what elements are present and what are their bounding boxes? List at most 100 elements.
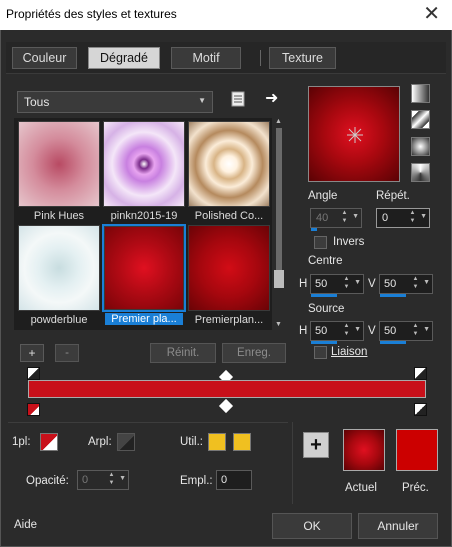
repeat-value: 0 — [382, 212, 389, 224]
preset-swatch[interactable]: pinkn2015-19 — [103, 121, 185, 222]
arrow-right-icon[interactable]: ➜ — [265, 91, 281, 107]
user-color-swatch[interactable] — [208, 433, 226, 451]
chevron-down-icon[interactable]: ▼ — [423, 279, 430, 286]
chevron-down-icon[interactable]: ▼ — [423, 326, 430, 333]
previous-label: Préc. — [402, 482, 429, 494]
centre-v-slider[interactable] — [380, 294, 406, 297]
centre-h-value: 50 — [315, 278, 328, 290]
tab-texture[interactable]: Texture — [269, 47, 336, 69]
preset-swatch[interactable]: Premierplan... — [188, 225, 270, 326]
repeat-label: Répét. — [376, 190, 410, 202]
foreground-stop-button[interactable] — [40, 433, 58, 451]
bottom-right-stop-icon[interactable] — [414, 403, 427, 416]
gradient-preview[interactable] — [308, 86, 400, 182]
source-h-label: H — [299, 325, 308, 337]
preset-label: Premier pla... — [105, 313, 183, 325]
current-label: Actuel — [345, 482, 377, 494]
centre-h-slider[interactable] — [311, 294, 337, 297]
opacity-value: 0 — [82, 474, 89, 486]
add-preset-button[interactable]: + — [20, 344, 44, 362]
background-stop-label: Arpl: — [88, 436, 112, 448]
centre-h-label: H — [299, 278, 308, 290]
top-right-stop-icon[interactable] — [414, 367, 427, 380]
preset-category-value: Tous — [24, 95, 50, 109]
chevron-down-icon[interactable]: ▼ — [354, 279, 361, 286]
source-v-slider[interactable] — [380, 341, 406, 344]
help-link[interactable]: Aide — [14, 519, 37, 531]
ok-button[interactable]: OK — [272, 513, 352, 539]
title-bar: Propriétés des styles et textures ✕ — [0, 0, 452, 30]
angle-slider[interactable] — [311, 228, 317, 231]
sunburst-gradient-mode-icon[interactable] — [411, 137, 430, 156]
location-input[interactable]: 0 — [216, 470, 252, 490]
chevron-down-icon[interactable]: ▼ — [354, 326, 361, 333]
cancel-button[interactable]: Annuler — [358, 513, 438, 539]
scrollbar-thumb[interactable] — [274, 270, 284, 288]
location-label: Empl.: — [180, 475, 213, 487]
invert-checkbox[interactable] — [314, 236, 327, 249]
opacity-label: Opacité: — [26, 475, 69, 487]
angle-input[interactable]: 40 ▲ ▼ ▼ — [310, 208, 362, 231]
chevron-down-icon[interactable]: ▼ — [352, 213, 359, 220]
source-h-input[interactable]: 50 ▲ ▼ ▼ — [310, 321, 364, 344]
angle-spinner[interactable]: ▲ ▼ — [339, 209, 350, 227]
link-label: Liaison — [331, 346, 368, 358]
preset-swatch[interactable]: powderblue — [18, 225, 100, 326]
radial-gradient-mode-icon[interactable] — [411, 163, 430, 182]
divider — [8, 422, 288, 423]
reset-button[interactable]: Réinit. — [150, 343, 216, 363]
preset-label: Polished Co... — [194, 210, 264, 222]
tab-couleur[interactable]: Couleur — [12, 47, 77, 69]
gradient-editor-bar[interactable] — [28, 380, 426, 398]
centre-v-spinner[interactable]: ▲ ▼ — [410, 275, 421, 293]
previous-gradient-swatch[interactable] — [396, 429, 438, 471]
source-v-input[interactable]: 50 ▲ ▼ ▼ — [379, 321, 433, 344]
centre-label: Centre — [308, 255, 343, 267]
location-value: 0 — [221, 474, 228, 486]
angle-value: 40 — [316, 212, 329, 224]
preset-swatch-selected[interactable]: Premier pla... — [102, 224, 186, 325]
rectangular-gradient-mode-icon[interactable] — [411, 110, 430, 129]
tab-motif[interactable]: Motif — [171, 47, 241, 69]
repeat-input[interactable]: 0 ▲ ▼ ▼ — [376, 208, 430, 228]
window-title: Propriétés des styles et textures — [6, 7, 177, 21]
source-v-spinner[interactable]: ▲ ▼ — [410, 322, 421, 340]
centre-v-input[interactable]: 50 ▲ ▼ ▼ — [379, 274, 433, 297]
invert-label: Invers — [333, 236, 365, 248]
preset-swatch[interactable]: Pink Hues — [18, 121, 100, 222]
background-stop-button[interactable] — [117, 433, 135, 451]
foreground-stop-label: 1pl: — [12, 436, 31, 448]
repeat-spinner[interactable]: ▲ ▼ — [407, 209, 418, 227]
source-v-label: V — [368, 325, 376, 337]
bottom-left-stop-icon[interactable] — [27, 403, 40, 416]
opacity-input[interactable]: 0 ▲ ▼ ▼ — [77, 470, 129, 490]
gradient-center-crosshair-icon — [347, 127, 363, 143]
link-checkbox[interactable] — [314, 346, 327, 359]
centre-h-spinner[interactable]: ▲ ▼ — [341, 275, 352, 293]
user-color-swatch-secondary[interactable] — [233, 433, 251, 451]
angle-label: Angle — [308, 190, 338, 202]
top-left-stop-icon[interactable] — [27, 367, 40, 380]
close-icon[interactable]: ✕ — [423, 3, 440, 25]
gallery-scrollbar[interactable]: ▲ ▼ — [273, 118, 285, 330]
centre-v-label: V — [368, 278, 376, 290]
source-h-spinner[interactable]: ▲ ▼ — [341, 322, 352, 340]
centre-h-input[interactable]: 50 ▲ ▼ ▼ — [310, 274, 364, 297]
tab-separator — [260, 50, 261, 66]
source-h-slider[interactable] — [311, 341, 337, 344]
opacity-spinner[interactable]: ▲ ▼ — [106, 471, 117, 489]
chevron-down-icon[interactable]: ▼ — [119, 475, 126, 482]
save-preset-button[interactable]: Enreg. — [222, 343, 286, 363]
tab-degrade[interactable]: Dégradé — [88, 47, 160, 69]
chevron-down-icon[interactable]: ▼ — [420, 213, 427, 220]
linear-gradient-mode-icon[interactable] — [411, 84, 430, 103]
remove-preset-button[interactable]: - — [55, 344, 79, 362]
preset-swatch[interactable]: Polished Co... — [188, 121, 270, 222]
preset-category-select[interactable]: Tous ▼ — [17, 91, 213, 113]
preset-options-icon[interactable] — [230, 91, 246, 107]
current-gradient-swatch[interactable] — [343, 429, 385, 471]
preset-label: Pink Hues — [33, 210, 85, 222]
user-color-label: Util.: — [180, 436, 203, 448]
add-to-swatches-button[interactable]: + — [303, 432, 329, 458]
divider — [292, 422, 293, 504]
